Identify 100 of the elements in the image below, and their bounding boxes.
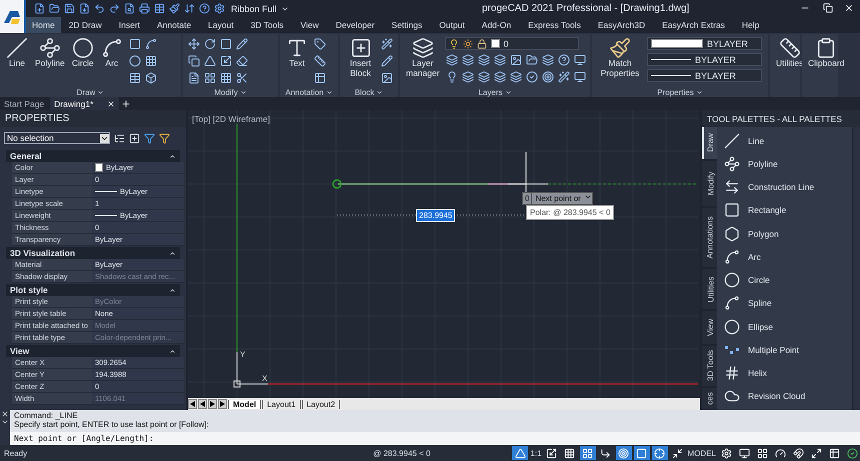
section-title[interactable]: 3D Visualization bbox=[10, 248, 76, 258]
wand-icon[interactable] bbox=[558, 71, 570, 83]
drawing-area[interactable]: [Top] [2D Wireframe] 283.9945 0 Next point or Polar: @ 283.9945 < 0 Y X bbox=[188, 110, 700, 398]
palette-tool[interactable]: Rectangle bbox=[721, 198, 848, 222]
ribbon-tab[interactable]: Help bbox=[736, 17, 766, 33]
layers-icon[interactable] bbox=[542, 54, 554, 66]
edit-icon[interactable] bbox=[381, 55, 393, 67]
palette-tab[interactable]: Utilities bbox=[702, 269, 717, 309]
scissors-icon[interactable] bbox=[236, 72, 248, 84]
previous-icon[interactable] bbox=[198, 399, 207, 409]
layers-icon[interactable] bbox=[494, 54, 506, 66]
palette-tab[interactable]: Annotations bbox=[702, 208, 717, 268]
printer-icon[interactable] bbox=[139, 3, 150, 14]
ribbon-button[interactable]: Polyline bbox=[33, 37, 67, 69]
section-title[interactable]: General bbox=[10, 151, 42, 161]
layers-icon[interactable] bbox=[462, 71, 474, 83]
palette-tab[interactable]: Draw bbox=[702, 127, 717, 159]
close-icon[interactable] bbox=[1, 410, 9, 418]
monitor-icon[interactable] bbox=[574, 71, 586, 83]
distance-input[interactable]: 283.9945 bbox=[416, 209, 456, 222]
arrows-icon[interactable] bbox=[184, 3, 195, 14]
section-title[interactable]: View bbox=[10, 346, 30, 356]
ribbon-button[interactable]: Line bbox=[4, 37, 30, 69]
tab-label[interactable]: Start Page bbox=[4, 98, 44, 108]
preview-icon[interactable] bbox=[124, 3, 135, 14]
redo-icon[interactable] bbox=[109, 3, 120, 14]
ribbon-button[interactable]: Utilities bbox=[774, 37, 806, 69]
section-header[interactable]: 3D Visualization bbox=[6, 247, 180, 259]
wand-icon[interactable] bbox=[381, 38, 393, 50]
ribbon-button[interactable]: Circle bbox=[70, 37, 96, 69]
table-icon[interactable] bbox=[314, 72, 326, 84]
section-header[interactable]: General bbox=[6, 150, 180, 162]
ribbon-tab[interactable]: View bbox=[294, 17, 325, 33]
group-label[interactable]: Annotation bbox=[285, 88, 324, 96]
ribbon-tab[interactable]: Add-On bbox=[476, 17, 518, 33]
new-file-icon[interactable] bbox=[34, 3, 45, 14]
document-tab[interactable]: Start Page bbox=[0, 97, 48, 110]
help-icon[interactable] bbox=[558, 54, 570, 66]
close-icon[interactable] bbox=[107, 100, 116, 108]
eraser-icon[interactable] bbox=[236, 55, 248, 67]
palette-tool[interactable]: Arc bbox=[721, 245, 848, 268]
first-icon[interactable] bbox=[188, 399, 197, 409]
palette-tool[interactable]: Spline bbox=[721, 292, 848, 315]
ribbon-tab[interactable]: Settings bbox=[386, 17, 428, 33]
space-label[interactable]: MODEL bbox=[688, 448, 716, 458]
scrollbar[interactable] bbox=[852, 127, 860, 410]
rotate-icon[interactable] bbox=[204, 38, 216, 50]
grid-icon[interactable] bbox=[580, 446, 596, 460]
edit-icon[interactable] bbox=[236, 38, 248, 50]
caret-icon[interactable] bbox=[696, 88, 703, 96]
ribbon-tab[interactable]: Developer bbox=[330, 17, 381, 33]
selection-dropdown[interactable]: No selection bbox=[4, 132, 110, 144]
grid-icon[interactable] bbox=[220, 72, 232, 84]
options-icon[interactable] bbox=[584, 193, 592, 201]
filter-icon[interactable] bbox=[159, 132, 170, 144]
save-icon[interactable] bbox=[64, 3, 75, 14]
property-dropdown[interactable]: BYLAYER bbox=[647, 37, 762, 50]
layout-tab[interactable]: Layout1 bbox=[262, 400, 301, 408]
section-header[interactable]: Plot style bbox=[6, 284, 180, 296]
caret-icon[interactable] bbox=[97, 88, 104, 96]
palette-tool[interactable]: Ellipse bbox=[721, 315, 848, 338]
folder-icon[interactable] bbox=[526, 54, 538, 66]
ribbon-button[interactable]: Arc bbox=[98, 37, 125, 69]
ribbon-tab[interactable]: Layout bbox=[202, 17, 240, 33]
ribbon-tab[interactable]: EasyArch3D bbox=[592, 17, 652, 33]
ribbon-tab[interactable]: 3D Tools bbox=[244, 17, 290, 33]
document-tab[interactable]: Drawing1* bbox=[50, 97, 120, 110]
ribbon-button[interactable]: Insert Block bbox=[344, 37, 377, 79]
view-label[interactable]: [Top] [2D Wireframe] bbox=[192, 114, 270, 124]
palette-tool[interactable]: Polyline bbox=[721, 152, 848, 176]
maximize-icon[interactable] bbox=[810, 448, 822, 458]
collapse-icon[interactable] bbox=[169, 286, 176, 294]
group-label[interactable]: Draw bbox=[76, 88, 96, 96]
next-icon[interactable] bbox=[208, 399, 217, 409]
caret-icon[interactable] bbox=[326, 88, 333, 96]
section-title[interactable]: Plot style bbox=[10, 285, 48, 295]
model-tab[interactable]: Model bbox=[228, 400, 262, 408]
folder-icon[interactable] bbox=[49, 3, 60, 14]
group-label[interactable]: Layers bbox=[478, 88, 502, 96]
workspace-selector[interactable]: Ribbon Full bbox=[231, 4, 277, 14]
image-icon[interactable] bbox=[510, 54, 522, 66]
group-label[interactable]: Modify bbox=[214, 88, 238, 96]
scale-label[interactable]: 1:1 bbox=[530, 448, 542, 458]
ribbon-tab[interactable]: Insert bbox=[112, 17, 146, 33]
ribbon-tab[interactable]: Home bbox=[26, 17, 61, 33]
gauge-icon[interactable] bbox=[774, 448, 786, 458]
rectangle-icon[interactable] bbox=[128, 38, 141, 50]
caret-icon[interactable] bbox=[240, 88, 247, 96]
palette-tab[interactable]: 3D Tools bbox=[702, 346, 717, 386]
group-label[interactable]: Block bbox=[354, 88, 374, 96]
palette-tool[interactable]: Helix bbox=[721, 362, 848, 385]
group-label[interactable]: Properties bbox=[657, 88, 694, 96]
property-dropdown[interactable]: BYLAYER bbox=[647, 69, 762, 82]
palette-tool[interactable]: Polygon bbox=[721, 222, 848, 246]
bulb-icon[interactable] bbox=[446, 71, 458, 83]
caret-icon[interactable] bbox=[1, 418, 9, 426]
layers-icon[interactable] bbox=[478, 54, 490, 66]
layers-icon[interactable] bbox=[478, 71, 490, 83]
palette-tool[interactable]: Revision Cloud bbox=[721, 384, 848, 408]
palette-tool[interactable]: Line bbox=[721, 129, 848, 152]
